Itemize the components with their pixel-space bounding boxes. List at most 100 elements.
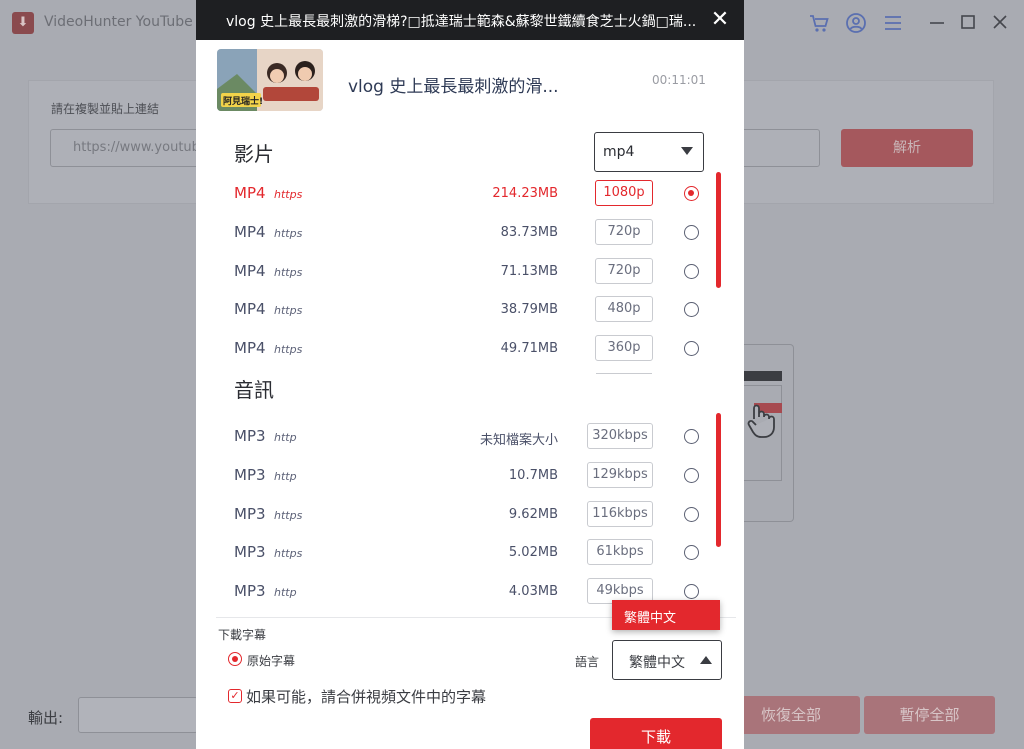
file-size: 10.7MB <box>508 467 558 483</box>
format-type: MP3 <box>234 427 266 445</box>
user-icon[interactable] <box>845 12 867 34</box>
format-radio[interactable] <box>684 224 699 240</box>
language-select-value: 繁體中文 <box>629 655 685 671</box>
protocol-label: https <box>274 547 303 561</box>
protocol-label: https <box>274 304 303 318</box>
format-radio[interactable] <box>684 429 699 444</box>
language-label: 語言 <box>575 655 600 669</box>
format-type: MP4 <box>234 300 266 319</box>
original-subtitle-radio[interactable] <box>228 652 242 666</box>
file-size: 49.71MB <box>500 341 558 357</box>
merge-subtitle-checkbox[interactable]: ✓ <box>228 689 242 703</box>
format-radio[interactable] <box>684 545 699 561</box>
format-row[interactable]: MP4 https 38.79MB 480p <box>196 294 744 324</box>
file-size: 214.23MB <box>492 186 558 201</box>
caret-up-icon <box>700 656 712 664</box>
format-radio[interactable] <box>684 506 699 522</box>
format-row[interactable]: MP3 https 5.02MB 61kbps <box>196 537 744 567</box>
format-type: MP4 <box>234 261 266 280</box>
language-menu-item[interactable]: 繁體中文 <box>612 600 720 630</box>
format-type: MP3 <box>234 543 266 562</box>
format-radio[interactable] <box>684 302 699 318</box>
quality-badge: 116kbps <box>587 500 653 527</box>
dialog-title: vlog 史上最長最刺激的滑梯?□抵達瑞士範森&蘇黎世鐵續食芝士火鍋□瑞... <box>226 14 696 30</box>
format-radio[interactable] <box>684 341 699 357</box>
format-select[interactable]: mp4 <box>594 132 704 172</box>
original-subtitle-option[interactable]: 原始字幕 <box>228 651 348 669</box>
format-row[interactable]: MP4 https 83.73MB 720p <box>196 217 744 247</box>
app-title: VideoHunter YouTube D <box>44 14 208 30</box>
cart-icon[interactable] <box>808 12 830 34</box>
output-label: 輸出: <box>28 709 64 727</box>
format-type: MP4 <box>234 184 266 202</box>
dialog-header: vlog 史上最長最刺激的滑梯?□抵達瑞士範森&蘇黎世鐵續食芝士火鍋□瑞... … <box>196 0 744 40</box>
protocol-label: http <box>274 469 297 483</box>
pause-all-button[interactable]: 暫停全部 <box>864 696 995 734</box>
quality-badge: 480p <box>595 296 653 323</box>
original-subtitle-label: 原始字幕 <box>247 654 296 668</box>
format-radio[interactable] <box>684 584 699 600</box>
parse-button[interactable]: 解析 <box>841 129 973 167</box>
protocol-label: https <box>274 226 303 240</box>
format-type: MP4 <box>234 339 266 358</box>
protocol-label: http <box>274 431 297 444</box>
format-type: MP3 <box>234 582 266 601</box>
file-size: 5.02MB <box>508 545 558 561</box>
format-select-value: mp4 <box>603 144 635 160</box>
hand-cursor-icon <box>746 403 776 447</box>
download-options-dialog: vlog 史上最長最刺激的滑梯?□抵達瑞士範森&蘇黎世鐵續食芝士火鍋□瑞... … <box>196 0 744 749</box>
format-radio[interactable] <box>684 263 699 279</box>
quality-badge: 1080p <box>595 180 653 206</box>
download-button[interactable]: 下載 <box>590 718 722 749</box>
quality-badge: 129kbps <box>587 461 653 488</box>
audio-list-scrollbar[interactable] <box>716 413 721 547</box>
language-select[interactable]: 繁體中文 <box>612 640 722 680</box>
video-name: vlog 史上最長最刺激的滑... <box>348 77 559 97</box>
format-type: MP3 <box>234 465 266 484</box>
protocol-label: https <box>274 508 303 522</box>
video-section-title: 影片 <box>234 142 274 166</box>
format-type: MP4 <box>234 222 266 241</box>
merge-subtitle-option[interactable]: ✓ 如果可能，請合併視頻文件中的字幕 <box>228 686 568 706</box>
file-size: 4.03MB <box>508 584 558 600</box>
protocol-label: https <box>274 343 303 357</box>
quality-badge: 61kbps <box>587 539 653 566</box>
format-row[interactable]: MP3 https 9.62MB 116kbps <box>196 499 744 529</box>
dialog-close-icon[interactable]: ✕ <box>706 6 734 34</box>
format-row[interactable]: MP4 https 49.71MB 360p <box>196 333 744 363</box>
app-logo-icon: ⬇ <box>12 12 34 34</box>
video-list-scrollbar[interactable] <box>716 172 721 288</box>
merge-subtitle-label: 如果可能，請合併視頻文件中的字幕 <box>246 688 487 706</box>
maximize-icon[interactable] <box>957 11 979 33</box>
close-icon[interactable] <box>989 11 1011 33</box>
protocol-label: http <box>274 586 297 600</box>
format-type: MP3 <box>234 504 266 523</box>
minimize-icon[interactable] <box>926 11 948 33</box>
illustration-bar <box>740 371 782 381</box>
partial-row <box>596 373 652 377</box>
format-row[interactable]: MP3 http 10.7MB 129kbps <box>196 460 744 490</box>
file-size: 未知檔案大小 <box>479 433 558 448</box>
output-path-input[interactable] <box>78 697 198 733</box>
quality-badge: 360p <box>595 335 653 362</box>
audio-section-title: 音訊 <box>234 378 274 402</box>
format-row[interactable]: MP4 https 214.23MB 1080p <box>196 178 744 208</box>
file-size: 38.79MB <box>500 302 558 318</box>
video-duration: 00:11:01 <box>652 73 706 87</box>
format-radio[interactable] <box>684 467 699 483</box>
thumbnail-caption: 阿見瑞士! <box>223 97 264 107</box>
menu-icon[interactable] <box>882 12 904 34</box>
url-label: 請在複製並貼上連結 <box>51 102 160 116</box>
quality-badge: 720p <box>595 257 653 284</box>
caret-down-icon <box>681 147 693 155</box>
file-size: 83.73MB <box>500 224 558 240</box>
quality-badge: 720p <box>595 218 653 245</box>
video-thumbnail: 阿見瑞士! <box>217 49 323 111</box>
format-row[interactable]: MP3 http 未知檔案大小 320kbps <box>196 421 744 451</box>
format-row[interactable]: MP4 https 71.13MB 720p <box>196 256 744 286</box>
file-size: 71.13MB <box>500 263 558 279</box>
format-radio[interactable] <box>684 186 699 201</box>
file-size: 9.62MB <box>508 506 558 522</box>
protocol-label: https <box>274 265 303 279</box>
subtitle-label: 下載字幕 <box>218 628 267 642</box>
